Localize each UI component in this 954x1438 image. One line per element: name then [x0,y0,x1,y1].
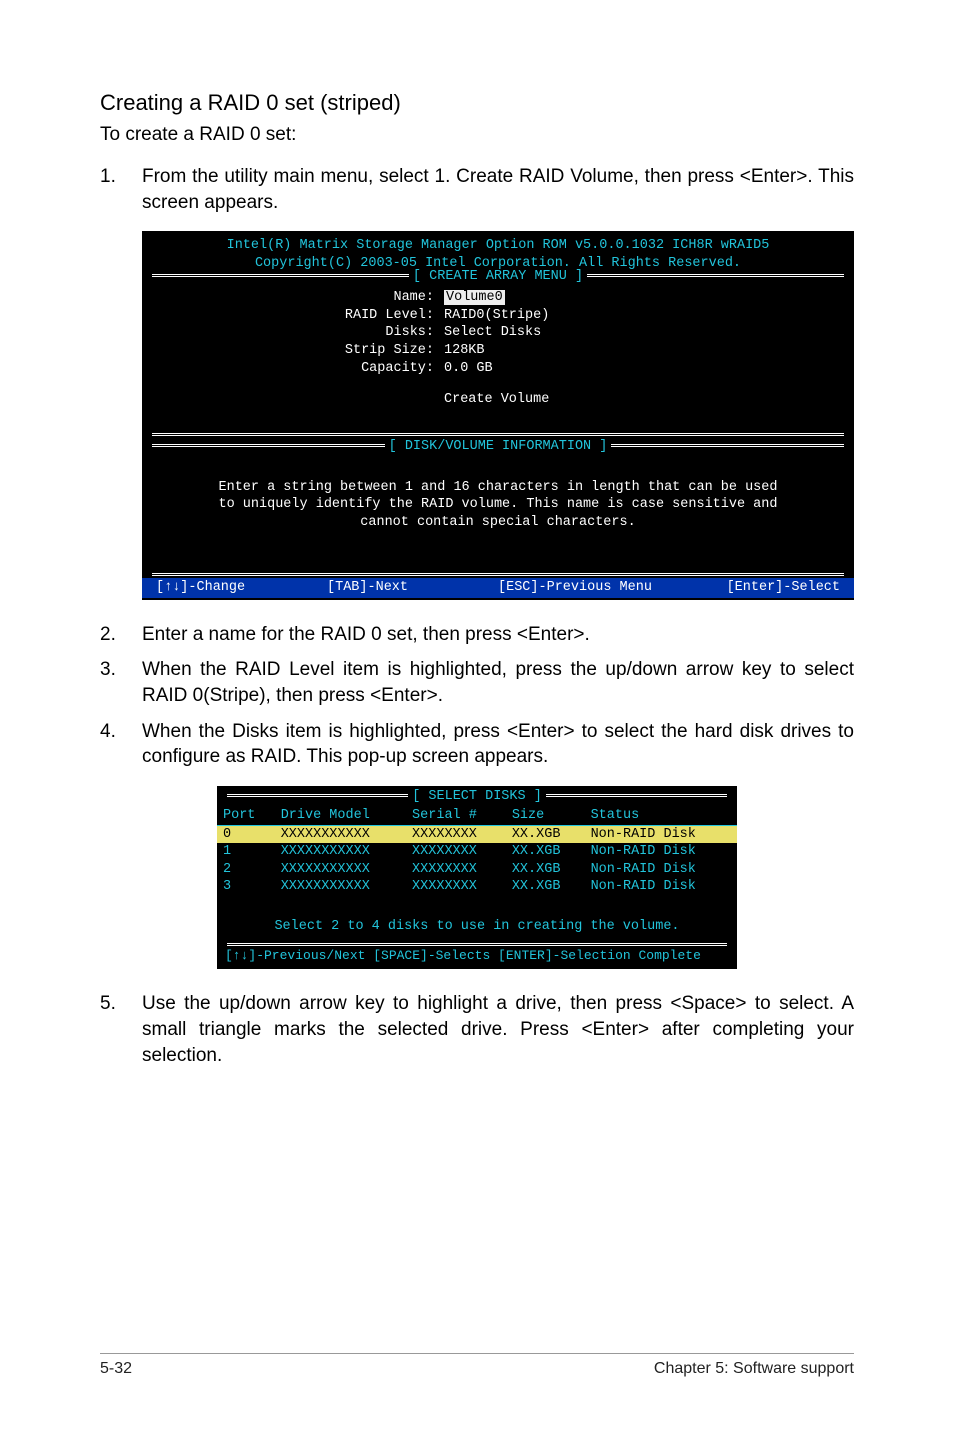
capacity-value: 0.0 GB [444,360,854,378]
bios-footer-bar: [↑↓]-Change [TAB]-Next [ESC]-Previous Me… [142,578,854,598]
step-5: 5. Use the up/down arrow key to highligh… [100,991,854,1068]
step-3: 3. When the RAID Level item is highlight… [100,657,854,708]
footer-select: [Enter]-Select [669,579,840,597]
cell-size: XX.XGB [506,843,585,861]
disks-value: Select Disks [444,324,854,342]
field-strip-size[interactable]: Strip Size: 128KB [142,342,854,360]
step-2: 2. Enter a name for the RAID 0 set, then… [100,622,854,648]
field-disks[interactable]: Disks: Select Disks [142,324,854,342]
name-value[interactable]: Volume0 [444,290,505,305]
cell-serial: XXXXXXXX [406,825,506,843]
chapter-label: Chapter 5: Software support [654,1360,854,1378]
cell-size: XX.XGB [506,878,585,896]
section-rule-end [227,943,727,946]
cell-size: XX.XGB [506,861,585,879]
step-number: 4. [100,719,142,770]
disk-volume-info-label: [ DISK/VOLUME INFORMATION ] [385,439,612,454]
step-number: 1. [100,164,142,215]
hint-line-3: cannot contain special characters. [142,514,854,532]
capacity-label: Capacity: [142,360,444,378]
section-subheading: To create a RAID 0 set: [100,124,854,146]
cell-model: XXXXXXXXXXX [275,825,406,843]
create-volume-label: Create Volume [444,391,854,409]
cell-model: XXXXXXXXXXX [275,861,406,879]
create-array-menu-label: [ CREATE ARRAY MENU ] [409,269,587,284]
step-text: When the Disks item is highlighted, pres… [142,719,854,770]
field-name[interactable]: Name: Volume0 [142,289,854,307]
step-number: 5. [100,991,142,1068]
col-port: Port [217,807,275,825]
footer-prev-menu: [ESC]-Previous Menu [498,579,669,597]
section-rule: [ SELECT DISKS ] [227,794,727,797]
cell-serial: XXXXXXXX [406,861,506,879]
step-text: Use the up/down arrow key to highlight a… [142,991,854,1068]
page-footer: 5-32 Chapter 5: Software support [100,1353,854,1378]
select-disks-footer: [↑↓]-Previous/Next [SPACE]-Selects [ENTE… [217,948,737,967]
strip-size-value: 128KB [444,342,854,360]
cell-port: 0 [217,825,275,843]
cell-model: XXXXXXXXXXX [275,843,406,861]
select-disks-label: [ SELECT DISKS ] [408,789,546,804]
raid-level-label: RAID Level: [142,307,444,325]
cell-port: 2 [217,861,275,879]
step-number: 3. [100,657,142,708]
footer-change: [↑↓]-Change [156,579,327,597]
section-rule-2: [ DISK/VOLUME INFORMATION ] [152,444,844,447]
field-capacity[interactable]: Capacity: 0.0 GB [142,360,854,378]
cell-serial: XXXXXXXX [406,843,506,861]
section-rule: [ CREATE ARRAY MENU ] [152,274,844,277]
table-row[interactable]: 2XXXXXXXXXXXXXXXXXXXXX.XGBNon-RAID Disk [217,861,737,879]
cell-serial: XXXXXXXX [406,878,506,896]
create-volume-action[interactable]: Create Volume [142,391,854,409]
table-row[interactable]: 1XXXXXXXXXXXXXXXXXXXXX.XGBNon-RAID Disk [217,843,737,861]
field-raid-level[interactable]: RAID Level: RAID0(Stripe) [142,307,854,325]
step-text: Enter a name for the RAID 0 set, then pr… [142,622,854,648]
disks-table: Port Drive Model Serial # Size Status 0X… [217,807,737,896]
table-row[interactable]: 0XXXXXXXXXXXXXXXXXXXXX.XGBNon-RAID Disk [217,825,737,843]
step-text: From the utility main menu, select 1. Cr… [142,164,854,215]
col-serial: Serial # [406,807,506,825]
cell-status: Non-RAID Disk [585,878,737,896]
name-label: Name: [142,289,444,307]
page-number: 5-32 [100,1360,132,1378]
step-4: 4. When the Disks item is highlighted, p… [100,719,854,770]
bios-title-line1: Intel(R) Matrix Storage Manager Option R… [142,237,854,255]
section-rule-bottom [152,433,844,436]
step-1: 1. From the utility main menu, select 1.… [100,164,854,215]
hint-line-2: to uniquely identify the RAID volume. Th… [142,496,854,514]
raid-level-value: RAID0(Stripe) [444,307,854,325]
col-status: Status [585,807,737,825]
footer-next: [TAB]-Next [327,579,498,597]
cell-status: Non-RAID Disk [585,861,737,879]
strip-size-label: Strip Size: [142,342,444,360]
table-header-row: Port Drive Model Serial # Size Status [217,807,737,825]
cell-size: XX.XGB [506,825,585,843]
disks-label: Disks: [142,324,444,342]
cell-port: 3 [217,878,275,896]
bios-select-disks-screen: [ SELECT DISKS ] Port Drive Model Serial… [217,786,737,969]
cell-port: 1 [217,843,275,861]
hint-line-1: Enter a string between 1 and 16 characte… [142,479,854,497]
bios-create-array-screen: Intel(R) Matrix Storage Manager Option R… [142,231,854,600]
step-text: When the RAID Level item is highlighted,… [142,657,854,708]
select-disks-hint: Select 2 to 4 disks to use in creating t… [217,918,737,936]
cell-status: Non-RAID Disk [585,825,737,843]
cell-status: Non-RAID Disk [585,843,737,861]
col-model: Drive Model [275,807,406,825]
section-rule-end [152,573,844,576]
section-heading: Creating a RAID 0 set (striped) [100,90,854,116]
col-size: Size [506,807,585,825]
step-number: 2. [100,622,142,648]
table-row[interactable]: 3XXXXXXXXXXXXXXXXXXXXX.XGBNon-RAID Disk [217,878,737,896]
cell-model: XXXXXXXXXXX [275,878,406,896]
